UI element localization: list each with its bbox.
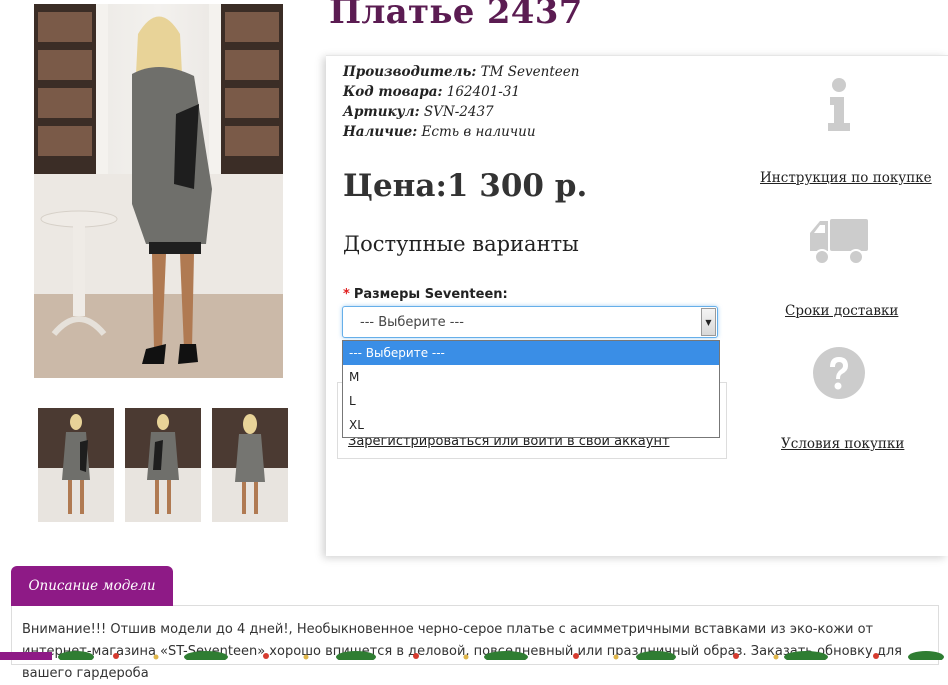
product-thumbnail-2[interactable] xyxy=(125,408,201,522)
delivery-terms-link[interactable]: Сроки доставки xyxy=(785,303,898,319)
tab-description[interactable]: Описание модели xyxy=(11,566,173,606)
product-thumbnail-3[interactable] xyxy=(212,408,288,522)
spec-article-label: Артикул: xyxy=(343,104,420,120)
truck-icon[interactable] xyxy=(800,212,878,270)
product-price: Цена:1 300 р. xyxy=(343,168,588,204)
info-icon[interactable] xyxy=(800,76,878,134)
size-option-label: * Размеры Seventeen: xyxy=(343,287,508,302)
chevron-down-icon[interactable]: ▼ xyxy=(701,308,716,336)
spec-manufacturer-label: Производитель: xyxy=(343,64,477,80)
size-option-label-text: Размеры Seventeen: xyxy=(353,287,508,302)
spec-availability-label: Наличие: xyxy=(343,124,418,140)
size-option-placeholder[interactable]: --- Выберите --- xyxy=(343,341,719,365)
size-select[interactable]: --- Выберите --- ▼ xyxy=(342,306,718,338)
spec-code-label: Код товара: xyxy=(343,84,443,100)
purchase-terms-link[interactable]: Условия покупки xyxy=(781,436,904,452)
purchase-instruction-link[interactable]: Инструкция по покупке xyxy=(760,170,932,186)
product-title: Платье 2437 xyxy=(329,0,583,32)
variants-heading: Доступные варианты xyxy=(343,232,579,256)
spec-availability-value: Есть в наличии xyxy=(421,124,536,140)
size-option-l[interactable]: L xyxy=(343,389,719,413)
bottom-accent-strip xyxy=(0,652,52,660)
question-icon[interactable] xyxy=(800,344,878,402)
spec-article-value: SVN-2437 xyxy=(423,104,494,120)
spec-manufacturer: Производитель: TM Seventeen xyxy=(343,64,579,80)
size-dropdown-list: --- Выберите --- M L XL xyxy=(342,340,720,438)
spec-code: Код товара: 162401-31 xyxy=(343,84,520,100)
required-mark: * xyxy=(343,287,350,302)
product-thumbnail-1[interactable] xyxy=(38,408,114,522)
holiday-garland-decoration xyxy=(56,646,948,660)
spec-code-value: 162401-31 xyxy=(446,84,521,100)
size-option-m[interactable]: M xyxy=(343,365,719,389)
size-option-xl[interactable]: XL xyxy=(343,413,719,437)
product-main-image[interactable] xyxy=(34,4,283,378)
spec-availability: Наличие: Есть в наличии xyxy=(343,124,536,140)
size-select-value: --- Выберите --- xyxy=(360,315,464,330)
spec-manufacturer-value: TM Seventeen xyxy=(480,64,580,80)
spec-article: Артикул: SVN-2437 xyxy=(343,104,494,120)
